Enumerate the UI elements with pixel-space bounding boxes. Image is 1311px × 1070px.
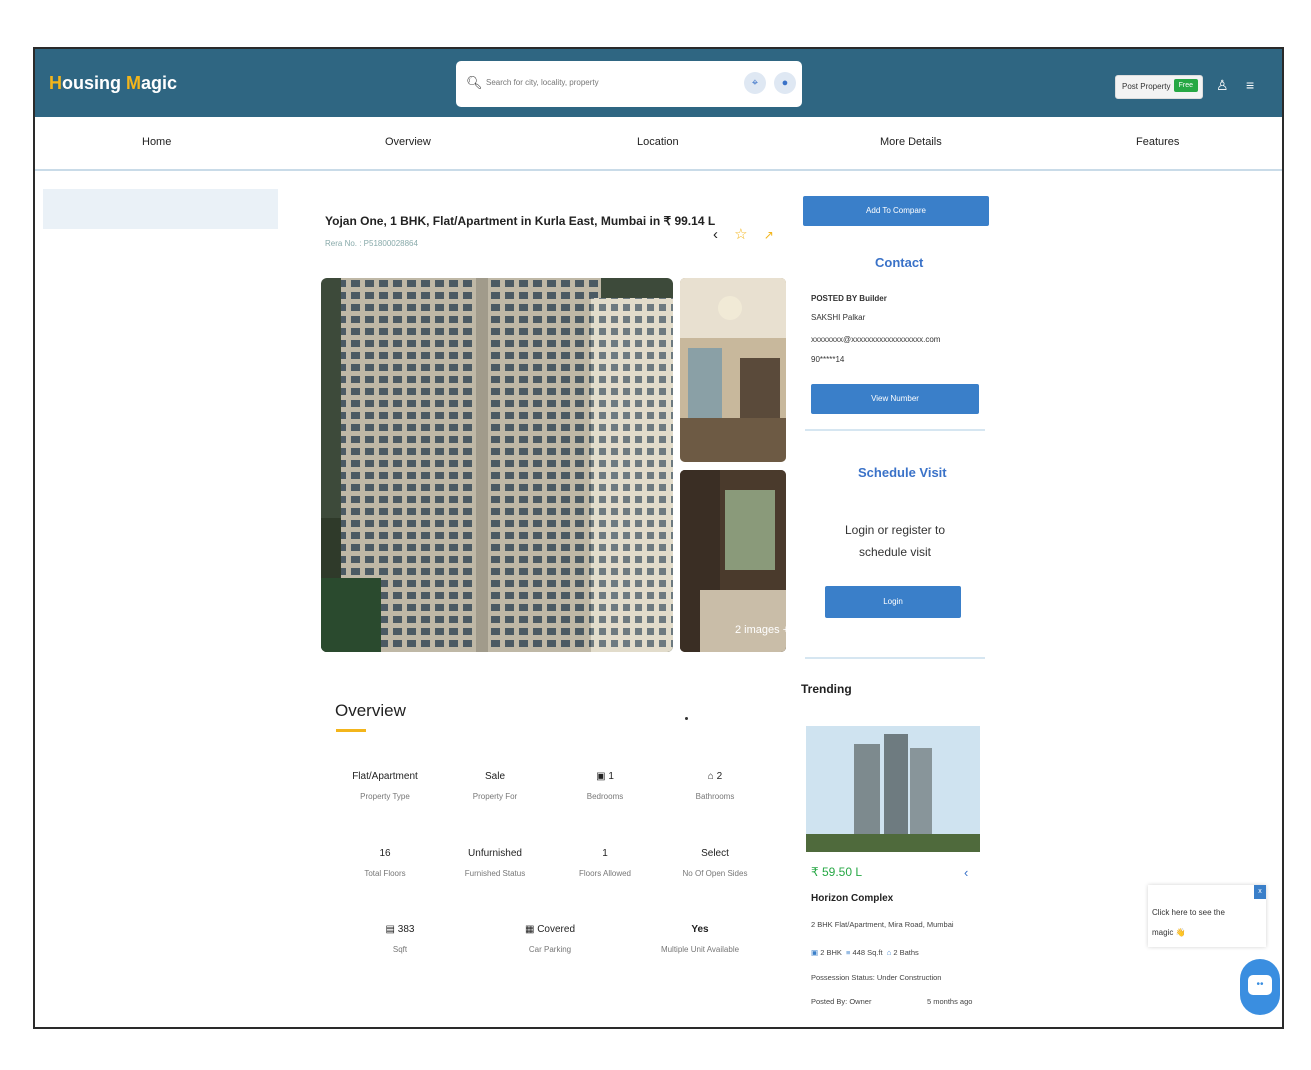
trending-name[interactable]: Horizon Complex bbox=[811, 893, 893, 904]
logo-letter-m: M bbox=[126, 73, 141, 93]
star-icon[interactable]: ☆ bbox=[734, 226, 747, 243]
free-badge: Free bbox=[1173, 79, 1198, 92]
overview-property-type: Flat/Apartment Property Type bbox=[352, 771, 418, 801]
area-icon: ≡ bbox=[846, 948, 851, 957]
overview-area: ▤ 383 Sqft bbox=[385, 924, 415, 954]
menu-icon[interactable]: ≡ bbox=[1246, 77, 1254, 93]
overview-bedrooms: ▣ 1 Bedrooms bbox=[586, 771, 624, 801]
chatbot-icon[interactable]: •• bbox=[1240, 959, 1280, 1015]
back-arrow-icon[interactable]: ‹ bbox=[713, 226, 718, 243]
trending-price: ₹ 59.50 L bbox=[811, 865, 863, 879]
nav-highlight bbox=[43, 189, 278, 229]
overview-bathrooms: ⌂ 2 Bathrooms bbox=[695, 771, 735, 801]
contact-email: xxxxxxxx@xxxxxxxxxxxxxxxxxx.com bbox=[811, 335, 941, 344]
nav-item-more-details[interactable]: More Details bbox=[880, 136, 942, 148]
overview-open-sides: Select No Of Open Sides bbox=[682, 848, 748, 878]
nav-item-home[interactable]: Home bbox=[142, 136, 171, 148]
bed-icon: ▣ bbox=[811, 948, 819, 957]
schedule-visit-text: Login or register to schedule visit bbox=[844, 523, 946, 559]
nav-item-location[interactable]: Location bbox=[637, 136, 679, 148]
bath-icon: ⌂ bbox=[707, 771, 717, 782]
overview-furnished-status: Unfurnished Furnished Status bbox=[464, 848, 526, 878]
location-icon[interactable]: ⌖ bbox=[744, 72, 766, 94]
contact-heading: Contact bbox=[875, 255, 924, 270]
overview-floors-allowed: 1 Floors Allowed bbox=[578, 848, 632, 878]
trending-specs: ▣ 2 BHK ≡ 448 Sq.ft ⌂ 2 Baths bbox=[811, 948, 919, 957]
trending-property-image[interactable] bbox=[806, 726, 980, 852]
logo-text-1: ousing bbox=[62, 73, 126, 93]
overview-total-floors: 16 Total Floors bbox=[364, 848, 406, 878]
microphone-icon[interactable]: ● bbox=[774, 72, 796, 94]
trending-posted-when: 5 months ago bbox=[927, 997, 973, 1006]
overview-property-for: Sale Property For bbox=[472, 771, 518, 801]
trending-possession: Possession Status: Under Construction bbox=[811, 973, 942, 982]
main-property-image[interactable] bbox=[321, 278, 673, 652]
nav-item-overview[interactable]: Overview bbox=[385, 136, 431, 148]
contact-phone: 90*****14 bbox=[811, 355, 845, 364]
add-to-compare-button[interactable]: Add To Compare bbox=[803, 196, 989, 226]
user-icon[interactable]: ♙ bbox=[1216, 77, 1229, 94]
close-icon[interactable]: x bbox=[1254, 885, 1266, 899]
overview-underline bbox=[336, 729, 366, 732]
post-property-label: Post Property bbox=[1122, 82, 1171, 91]
search-bar[interactable]: 🔍︎ Search for city, locality, property ⌖… bbox=[456, 61, 802, 107]
contact-divider bbox=[805, 429, 985, 431]
trending-subtitle: 2 BHK Flat/Apartment, Mira Road, Mumbai bbox=[811, 920, 954, 929]
nav-item-features[interactable]: Features bbox=[1136, 136, 1179, 148]
logo-text-2: agic bbox=[141, 73, 178, 93]
chatbot-face-icon: •• bbox=[1248, 975, 1272, 995]
overview-car-parking: ▦ Covered Car Parking bbox=[524, 924, 576, 954]
section-nav: Home Overview Location More Details Feat… bbox=[35, 117, 1282, 229]
search-icon: 🔍︎ bbox=[466, 75, 483, 90]
contact-name: SAKSHI Palkar bbox=[811, 313, 866, 322]
schedule-visit-heading: Schedule Visit bbox=[858, 465, 947, 480]
trending-heading: Trending bbox=[801, 682, 852, 696]
post-property-button[interactable]: Post Property Free bbox=[1115, 75, 1203, 99]
rera-number: Rera No. : P51800028864 bbox=[325, 239, 418, 248]
chat-prompt[interactable]: Click here to see the magic 👋 x bbox=[1148, 885, 1266, 947]
listing-actions: ‹ ☆ ↗ bbox=[713, 225, 786, 243]
expand-icon[interactable]: ↗ bbox=[764, 228, 774, 242]
area-icon: ▤ bbox=[385, 924, 398, 935]
view-number-button[interactable]: View Number bbox=[811, 384, 979, 414]
login-button[interactable]: Login bbox=[825, 586, 961, 618]
browser-frame: Housing Magic 🔍︎ Search for city, locali… bbox=[33, 47, 1284, 1029]
schedule-divider bbox=[805, 657, 985, 659]
listing-title: Yojan One, 1 BHK, Flat/Apartment in Kurl… bbox=[325, 214, 716, 228]
site-logo[interactable]: Housing Magic bbox=[49, 73, 177, 94]
chat-prompt-line-2: magic 👋 bbox=[1152, 928, 1186, 937]
top-header: Housing Magic 🔍︎ Search for city, locali… bbox=[35, 49, 1282, 117]
bath-icon: ⌂ bbox=[886, 948, 892, 957]
logo-letter-h: H bbox=[49, 73, 62, 93]
posted-by-builder: POSTED BY Builder bbox=[811, 294, 887, 303]
parking-icon: ▦ bbox=[524, 924, 538, 935]
bed-icon: ▣ bbox=[596, 771, 609, 782]
trending-posted-by: Posted By: Owner bbox=[811, 997, 872, 1006]
overview-multiple-units: Yes Multiple Unit Available bbox=[660, 924, 740, 954]
chat-prompt-line-1: Click here to see the bbox=[1152, 908, 1225, 917]
overview-heading: Overview bbox=[335, 701, 406, 720]
search-input[interactable]: Search for city, locality, property bbox=[486, 78, 599, 87]
decorative-dot bbox=[685, 717, 688, 720]
image-count[interactable]: 2 images + bbox=[735, 624, 789, 636]
interior-image-living[interactable] bbox=[680, 278, 786, 462]
share-icon[interactable]: ‹ bbox=[964, 865, 968, 880]
